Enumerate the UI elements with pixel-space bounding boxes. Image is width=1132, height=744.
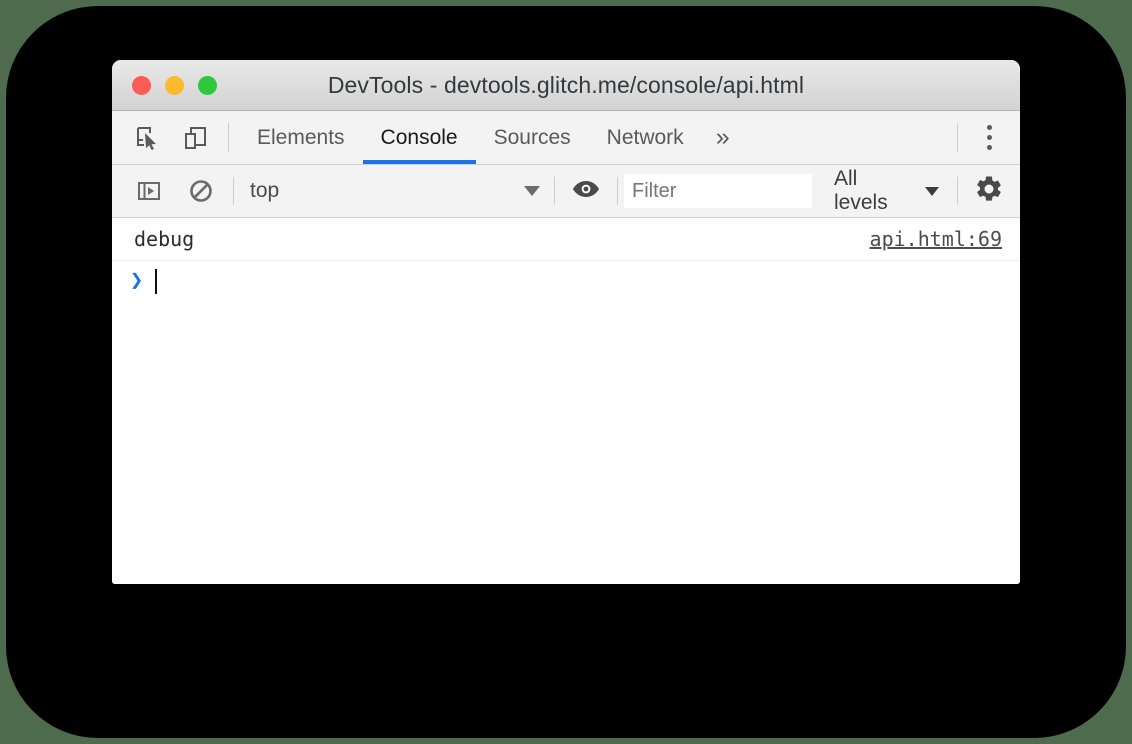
window-title: DevTools - devtools.glitch.me/console/ap… [327,71,805,98]
tab-elements[interactable]: Elements [239,111,363,164]
console-toolbar: top All levels [112,165,1020,218]
minimize-window-button[interactable] [165,75,184,95]
chevron-down-icon [524,186,540,196]
log-levels-value: All levels [834,167,888,214]
tab-console[interactable]: Console [362,111,476,164]
chevron-down-icon [925,186,940,196]
log-levels-select[interactable]: All levels [816,165,957,217]
live-expression-button[interactable] [555,165,617,217]
window-titlebar: DevTools - devtools.glitch.me/console/ap… [112,60,1020,111]
text-caret [155,268,158,294]
tab-overflow-icon[interactable]: » [702,111,742,164]
filter-input[interactable] [624,174,812,208]
traffic-lights [112,75,217,95]
console-prompt-row[interactable]: ❯ [112,261,1020,301]
tab-list: Elements Console Sources Network » [229,111,957,164]
eye-icon [571,178,601,205]
console-toolbar-icons [112,165,233,217]
prompt-chevron-icon: ❯ [130,268,144,293]
show-console-sidebar-icon[interactable] [131,173,167,209]
dot [986,135,992,140]
console-message-text: debug [134,227,195,251]
tab-network[interactable]: Network [589,111,702,164]
filter-box [618,165,812,217]
close-window-button[interactable] [132,75,151,95]
console-message-list: debug api.html:69 ❯ [112,218,1020,584]
console-message-row[interactable]: debug api.html:69 [112,218,1020,261]
gear-icon [974,174,1004,209]
dot [986,145,992,150]
device-toolbar-icon[interactable] [178,120,214,156]
clear-console-icon[interactable] [183,173,219,209]
more-options-icon[interactable] [958,111,1020,164]
execution-context-value: top [250,179,280,202]
dot [986,125,992,130]
zoom-window-button[interactable] [198,75,217,95]
console-settings-button[interactable] [958,165,1020,217]
vertical-dots [986,125,992,150]
execution-context-select[interactable]: top [234,165,554,217]
inspect-element-icon[interactable] [130,120,166,156]
console-message-source-link[interactable]: api.html:69 [870,227,1002,251]
tabstrip-icons [112,111,228,164]
devtools-tabstrip: Elements Console Sources Network » [112,111,1020,165]
devtools-window: DevTools - devtools.glitch.me/console/ap… [112,60,1020,584]
tab-sources[interactable]: Sources [476,111,589,164]
